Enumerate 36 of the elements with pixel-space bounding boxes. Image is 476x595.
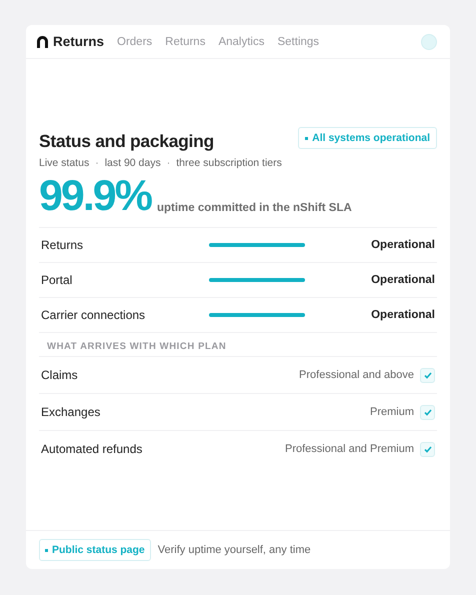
service-status: Operational [370,239,435,251]
section-title: Status and packaging [39,131,214,152]
check-icon [424,408,432,416]
feature-name: Claims [41,368,79,382]
status-badge: All systems operational [298,127,437,149]
checkbox[interactable] [420,442,435,456]
brand-link[interactable]: Returns [37,34,104,49]
checkbox[interactable] [420,404,435,420]
plan-label: Professional and Premium [284,443,414,455]
nav-link[interactable]: Orders [117,36,152,48]
status-page-link[interactable]: Public status page [39,539,151,561]
plan-heading: WHAT ARRIVES WITH WHICH PLAN [39,333,437,357]
check-icon [424,372,432,378]
service-status: Operational [370,309,435,321]
nav-link[interactable]: Returns [165,36,206,48]
separator-dot: · [166,157,170,169]
subtitle-text: Live status [39,157,90,169]
subtitle-text: three subscription tiers [176,157,282,169]
arch-logo-icon [37,36,48,48]
plan-label: Premium [370,406,414,418]
footer-note: Verify uptime yourself, any time [158,544,311,556]
service-name: Portal [41,273,74,287]
plan-label: Professional and above [299,369,414,381]
service-name: Carrier connections [41,308,146,322]
service-status: Operational [370,274,435,286]
check-icon [424,446,432,452]
feature-name: Automated refunds [41,442,144,456]
uptime-caption: uptime committed in the nShift SLA [156,202,352,214]
separator-dot: · [95,157,99,169]
feature-name: Exchanges [41,405,102,419]
nav-link[interactable]: Analytics [218,36,264,48]
nav-link[interactable]: Settings [277,36,320,48]
service-name: Returns [41,238,84,252]
checkbox[interactable] [420,368,435,382]
uptime-value: 99.9% [39,173,151,219]
subtitle-text: last 90 days [104,157,161,169]
